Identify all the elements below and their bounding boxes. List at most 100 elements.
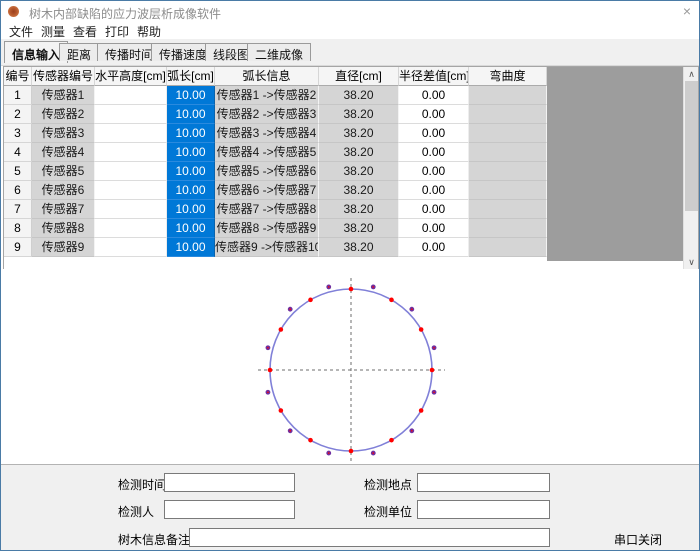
cell-diameter[interactable]: 38.20 [319, 143, 399, 162]
header-arc-info[interactable]: 弧长信息 [215, 67, 319, 86]
cell-id[interactable]: 8 [4, 219, 32, 238]
vertical-scrollbar[interactable]: ∧ ∨ [683, 67, 698, 270]
detect-place-input[interactable] [417, 473, 550, 492]
cell-diameter[interactable]: 38.20 [319, 181, 399, 200]
cell-radius-diff[interactable]: 0.00 [399, 86, 469, 105]
cell-id[interactable]: 4 [4, 143, 32, 162]
tree-note-input[interactable] [189, 528, 550, 547]
cell-height[interactable] [95, 181, 167, 200]
cell-arc-info[interactable]: 传感器9 ->传感器10 [215, 238, 319, 257]
header-sensor[interactable]: 传感器编号 [32, 67, 95, 86]
cell-radius-diff[interactable]: 0.00 [399, 124, 469, 143]
cell-sensor[interactable]: 传感器8 [32, 219, 95, 238]
cell-height[interactable] [95, 143, 167, 162]
cell-arc[interactable]: 10.00 [167, 124, 215, 143]
cell-radius-diff[interactable]: 0.00 [399, 143, 469, 162]
menu-view[interactable]: 查看 [73, 23, 97, 40]
cell-arc-info[interactable]: 传感器6 ->传感器7 [215, 181, 319, 200]
cell-sensor[interactable]: 传感器9 [32, 238, 95, 257]
cell-curvature[interactable] [469, 219, 547, 238]
cell-arc-info[interactable]: 传感器7 ->传感器8 [215, 200, 319, 219]
sensor-dot [279, 327, 284, 332]
cell-sensor[interactable]: 传感器2 [32, 105, 95, 124]
cell-arc-info[interactable]: 传感器2 ->传感器3 [215, 105, 319, 124]
detect-unit-input[interactable] [417, 500, 550, 519]
cell-diameter[interactable]: 38.20 [319, 200, 399, 219]
close-icon[interactable]: × [683, 3, 691, 19]
menu-print[interactable]: 打印 [105, 23, 129, 40]
scrollbar-thumb[interactable] [685, 81, 698, 211]
cell-curvature[interactable] [469, 162, 547, 181]
tab-2d-imaging[interactable]: 二维成像 [247, 43, 311, 61]
cell-diameter[interactable]: 38.20 [319, 162, 399, 181]
header-id[interactable]: 编号 [4, 67, 32, 86]
cell-curvature[interactable] [469, 86, 547, 105]
cell-radius-diff[interactable]: 0.00 [399, 105, 469, 124]
cell-id[interactable]: 3 [4, 124, 32, 143]
cell-height[interactable] [95, 238, 167, 257]
header-radius-diff[interactable]: 半径差值[cm] [399, 67, 469, 86]
cell-arc[interactable]: 10.00 [167, 143, 215, 162]
cell-id[interactable]: 5 [4, 162, 32, 181]
cell-arc[interactable]: 10.00 [167, 105, 215, 124]
cell-diameter[interactable]: 38.20 [319, 105, 399, 124]
cell-height[interactable] [95, 219, 167, 238]
cell-curvature[interactable] [469, 124, 547, 143]
cell-diameter[interactable]: 38.20 [319, 219, 399, 238]
detect-person-input[interactable] [164, 500, 295, 519]
cell-radius-diff[interactable]: 0.00 [399, 238, 469, 257]
cell-id[interactable]: 9 [4, 238, 32, 257]
cell-curvature[interactable] [469, 105, 547, 124]
cell-curvature[interactable] [469, 238, 547, 257]
header-curvature[interactable]: 弯曲度 [469, 67, 547, 86]
menu-measure[interactable]: 测量 [41, 23, 65, 40]
menu-file[interactable]: 文件 [9, 23, 33, 40]
cell-radius-diff[interactable]: 0.00 [399, 162, 469, 181]
cell-arc-info[interactable]: 传感器4 ->传感器5 [215, 143, 319, 162]
detect-time-input[interactable] [164, 473, 295, 492]
cell-height[interactable] [95, 162, 167, 181]
cell-curvature[interactable] [469, 200, 547, 219]
cell-arc[interactable]: 10.00 [167, 238, 215, 257]
cell-arc-info[interactable]: 传感器1 ->传感器2 [215, 86, 319, 105]
cell-arc[interactable]: 10.00 [167, 162, 215, 181]
cell-sensor[interactable]: 传感器1 [32, 86, 95, 105]
sensor-dot [389, 298, 394, 303]
cell-curvature[interactable] [469, 143, 547, 162]
cell-sensor[interactable]: 传感器5 [32, 162, 95, 181]
app-window: 树木内部缺陷的应力波层析成像软件 × 文件 测量 查看 打印 帮助 信息输入 距… [0, 0, 700, 551]
cell-id[interactable]: 2 [4, 105, 32, 124]
cell-height[interactable] [95, 105, 167, 124]
cell-id[interactable]: 7 [4, 200, 32, 219]
cell-sensor[interactable]: 传感器4 [32, 143, 95, 162]
header-diameter[interactable]: 直径[cm] [319, 67, 399, 86]
cell-id[interactable]: 6 [4, 181, 32, 200]
cell-arc[interactable]: 10.00 [167, 181, 215, 200]
header-height[interactable]: 水平高度[cm] [95, 67, 167, 86]
cell-sensor[interactable]: 传感器7 [32, 200, 95, 219]
cell-diameter[interactable]: 38.20 [319, 86, 399, 105]
menu-help[interactable]: 帮助 [137, 23, 161, 40]
cell-id[interactable]: 1 [4, 86, 32, 105]
cell-curvature[interactable] [469, 181, 547, 200]
cell-sensor[interactable]: 传感器3 [32, 124, 95, 143]
cell-arc[interactable]: 10.00 [167, 86, 215, 105]
cell-diameter[interactable]: 38.20 [319, 238, 399, 257]
cell-height[interactable] [95, 200, 167, 219]
cell-arc-info[interactable]: 传感器8 ->传感器9 [215, 219, 319, 238]
header-arc[interactable]: 弧长[cm] [167, 67, 215, 86]
cell-radius-diff[interactable]: 0.00 [399, 181, 469, 200]
scroll-up-icon[interactable]: ∧ [684, 67, 699, 82]
scroll-down-icon[interactable]: ∨ [684, 255, 699, 270]
tab-distance[interactable]: 距离 [59, 43, 99, 61]
cell-height[interactable] [95, 86, 167, 105]
cell-radius-diff[interactable]: 0.00 [399, 219, 469, 238]
cell-arc[interactable]: 10.00 [167, 200, 215, 219]
cell-sensor[interactable]: 传感器6 [32, 181, 95, 200]
cell-radius-diff[interactable]: 0.00 [399, 200, 469, 219]
cell-arc-info[interactable]: 传感器5 ->传感器6 [215, 162, 319, 181]
cell-arc[interactable]: 10.00 [167, 219, 215, 238]
cell-diameter[interactable]: 38.20 [319, 124, 399, 143]
cell-height[interactable] [95, 124, 167, 143]
cell-arc-info[interactable]: 传感器3 ->传感器4 [215, 124, 319, 143]
